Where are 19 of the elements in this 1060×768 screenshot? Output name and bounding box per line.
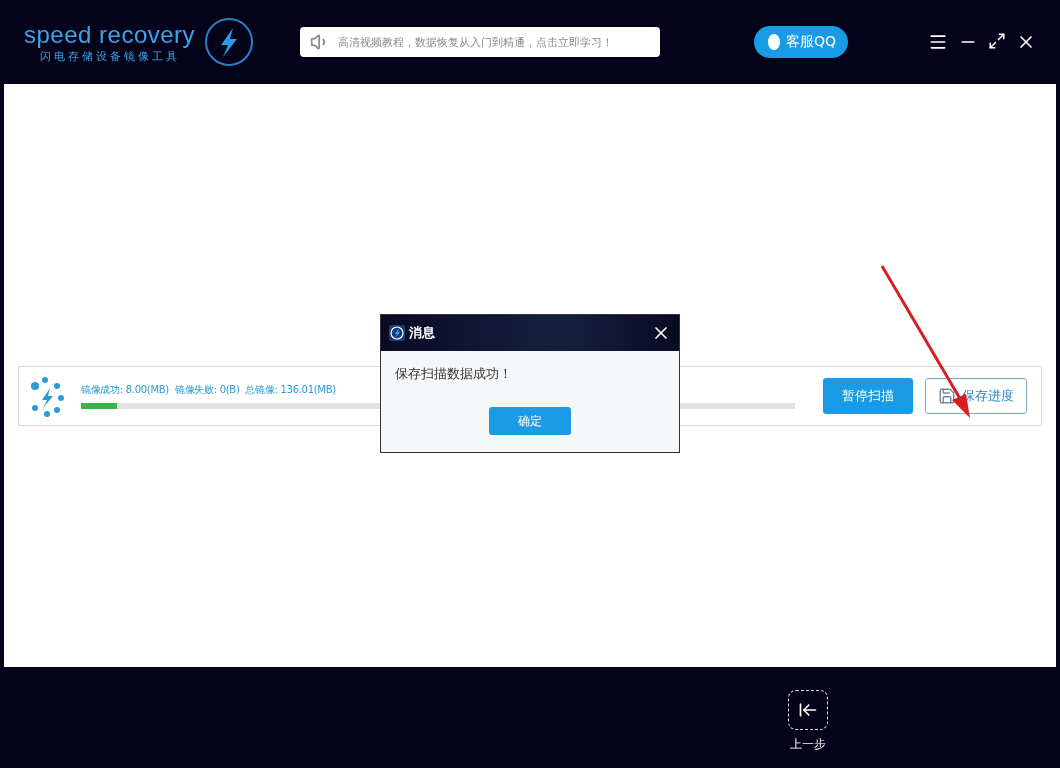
back-arrow-icon bbox=[798, 700, 818, 720]
notice-text: 高清视频教程，数据恢复从入门到精通，点击立即学习！ bbox=[338, 34, 613, 50]
app-logo-icon bbox=[389, 325, 405, 341]
logo-text: speed recovery bbox=[24, 20, 196, 49]
stat-text: 镜像失败: 0(B) bbox=[174, 382, 240, 397]
dialog-message: 保存扫描数据成功！ bbox=[395, 365, 513, 383]
stat-text: 镜像成功: 8.00(MB) bbox=[81, 382, 169, 397]
support-qq-button[interactable]: 客服QQ bbox=[753, 26, 848, 58]
stat-text: 总镜像: 136.01(MB) bbox=[245, 382, 336, 397]
floppy-icon bbox=[938, 386, 956, 405]
pause-scan-button[interactable]: 暂停扫描 bbox=[823, 377, 913, 414]
dialog-title: 消息 bbox=[409, 324, 435, 342]
lightning-bolt-icon bbox=[203, 16, 256, 68]
menu-icon[interactable] bbox=[928, 32, 948, 52]
back-button[interactable]: 上一步 bbox=[782, 689, 834, 768]
ok-button[interactable]: 确定 bbox=[489, 407, 571, 435]
logo-subtitle: 闪电存储设备镜像工具 bbox=[39, 48, 180, 64]
maximize-icon[interactable] bbox=[988, 32, 1006, 50]
notice-bar[interactable]: 高清视频教程，数据恢复从入门到精通，点击立即学习！ bbox=[300, 27, 660, 57]
